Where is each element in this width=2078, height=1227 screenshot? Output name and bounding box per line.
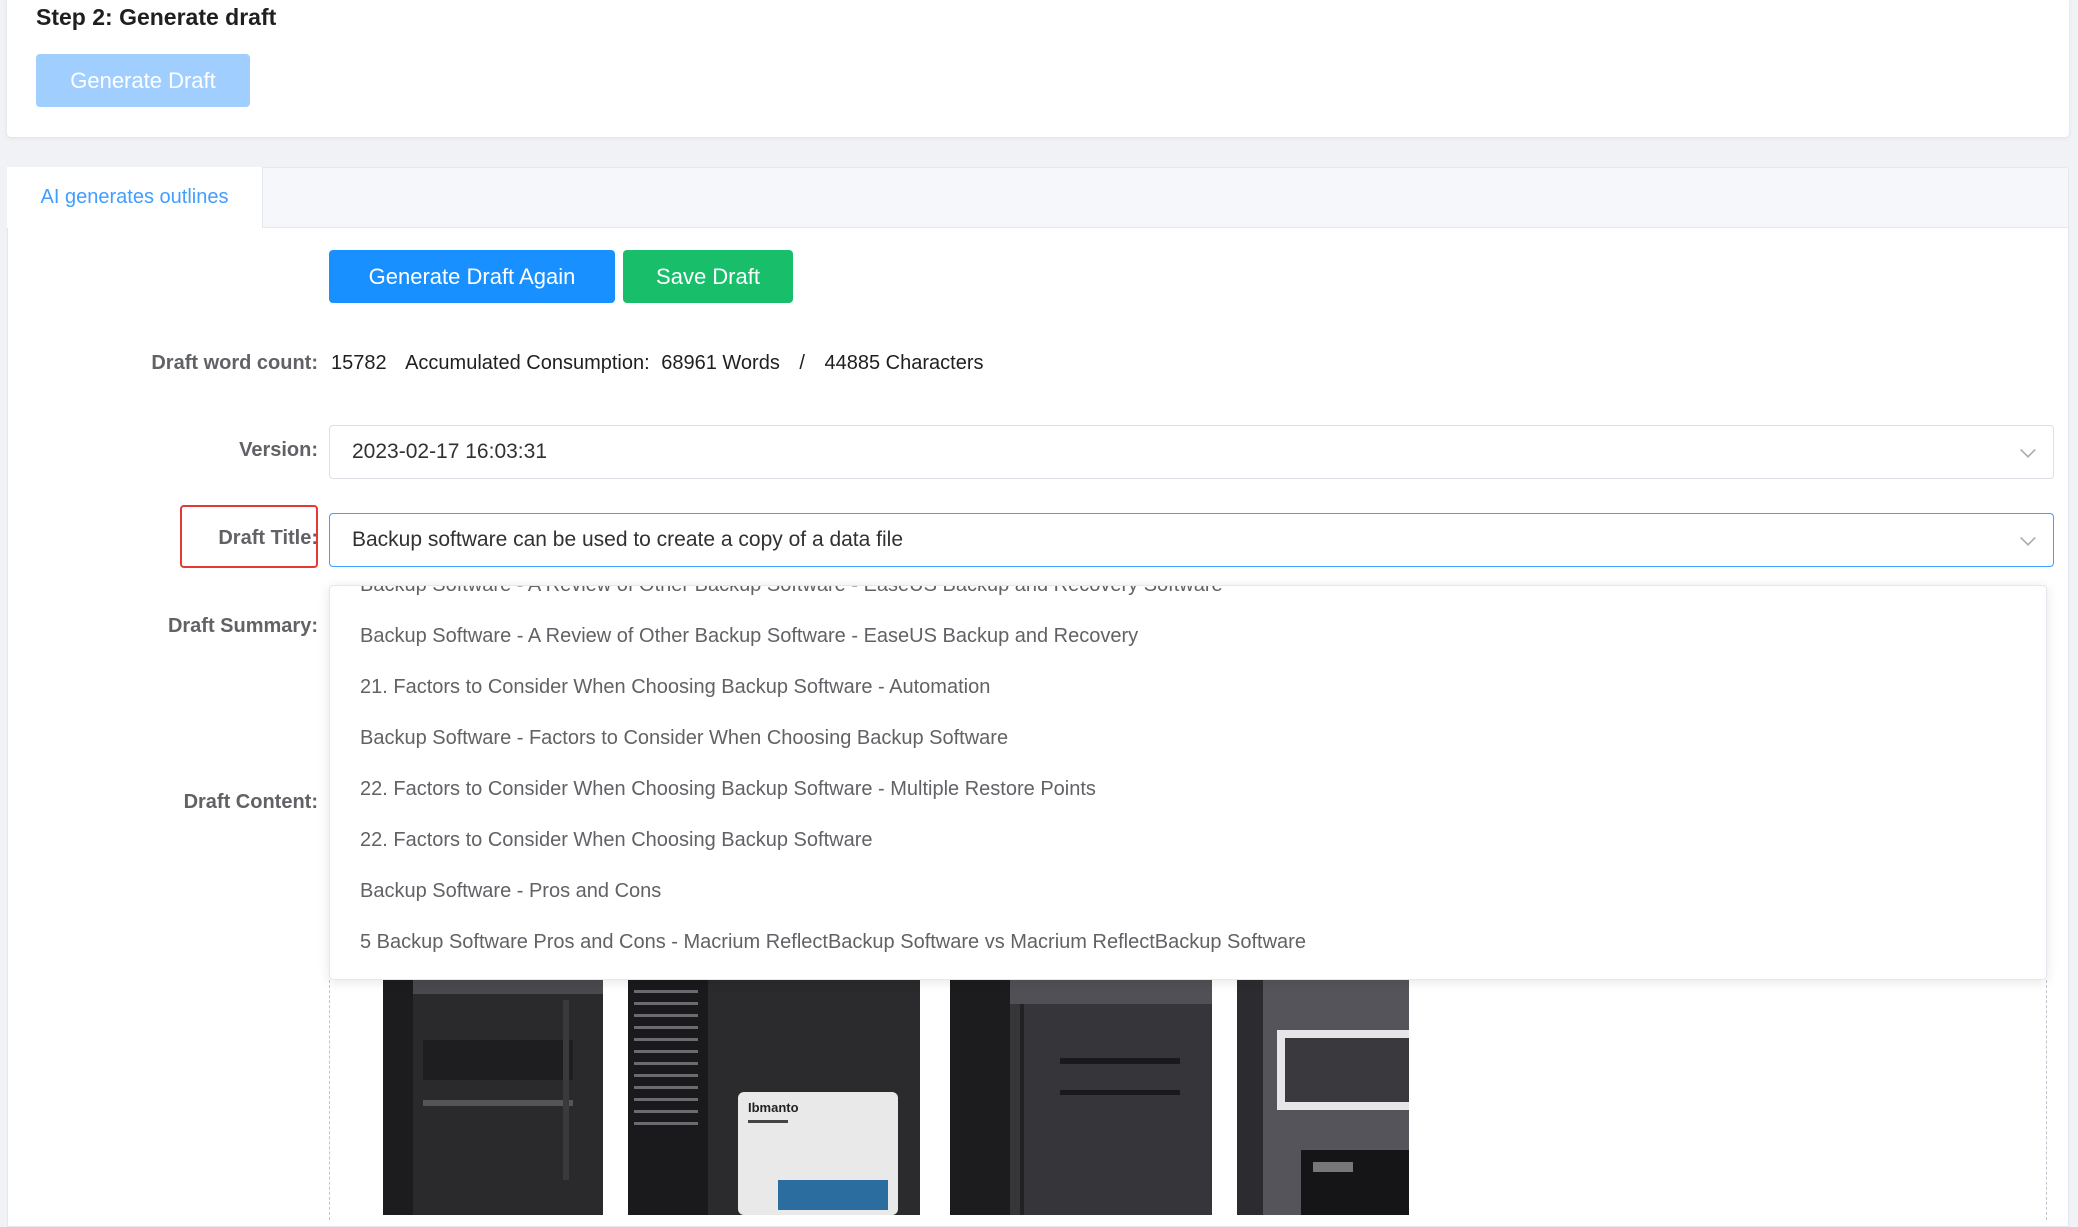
- draft-title-select[interactable]: Backup software can be used to create a …: [329, 513, 2054, 567]
- step-title: Step 2: Generate draft: [36, 4, 277, 30]
- version-select[interactable]: 2023-02-17 16:03:31: [329, 425, 2054, 479]
- step-card: Step 2: Generate draft Generate Draft: [7, 0, 2069, 137]
- consumption-characters: 44885 Characters: [824, 352, 984, 374]
- word-count-line: 15782 Accumulated Consumption: 68961 Wor…: [331, 352, 997, 375]
- draft-title-highlight: [180, 505, 318, 568]
- save-draft-button[interactable]: Save Draft: [623, 250, 793, 303]
- server-image-4: [1237, 980, 1409, 1215]
- consumption-words: 68961 Words: [661, 352, 780, 374]
- dropdown-option[interactable]: Backup Software - A Review of Other Back…: [360, 625, 1138, 648]
- draft-title-dropdown: Backup Software - A Review of Other Back…: [329, 585, 2047, 980]
- image-label-text: Ibmanto: [748, 1100, 799, 1115]
- dropdown-option[interactable]: 5 Backup Software Pros and Cons - Macriu…: [360, 931, 1306, 954]
- dropdown-option[interactable]: Backup Software - A Review of Other Back…: [360, 586, 1223, 597]
- tab-ai-outlines[interactable]: AI generates outlines: [7, 167, 263, 228]
- chevron-down-icon: [2020, 442, 2036, 458]
- server-image-3: [950, 980, 1212, 1215]
- server-image-1: [383, 980, 603, 1215]
- draft-content-label: Draft Content:: [183, 791, 318, 813]
- generate-draft-button[interactable]: Generate Draft: [36, 54, 250, 107]
- dropdown-option[interactable]: 22. Factors to Consider When Choosing Ba…: [360, 778, 1096, 801]
- draft-summary-label: Draft Summary:: [167, 615, 318, 637]
- chevron-down-icon: [2020, 530, 2036, 546]
- dropdown-option[interactable]: 21. Factors to Consider When Choosing Ba…: [360, 676, 990, 699]
- version-value: 2023-02-17 16:03:31: [352, 440, 547, 463]
- consumption-label: Accumulated Consumption:: [405, 352, 650, 374]
- separator: /: [799, 352, 805, 374]
- server-image-2: Ibmanto: [628, 980, 920, 1215]
- dropdown-option[interactable]: Backup Software - Factors to Consider Wh…: [360, 727, 1008, 750]
- draft-title-value: Backup software can be used to create a …: [352, 528, 904, 551]
- version-label: Version:: [239, 439, 318, 461]
- dropdown-option[interactable]: 22. Factors to Consider When Choosing Ba…: [360, 829, 872, 852]
- word-count-value: 15782: [331, 352, 387, 374]
- dropdown-option[interactable]: Backup Software - Pros and Cons: [360, 880, 661, 903]
- word-count-label: Draft word count:: [151, 352, 318, 374]
- tab-bar: AI generates outlines: [7, 167, 2068, 228]
- generate-draft-again-button[interactable]: Generate Draft Again: [329, 250, 615, 303]
